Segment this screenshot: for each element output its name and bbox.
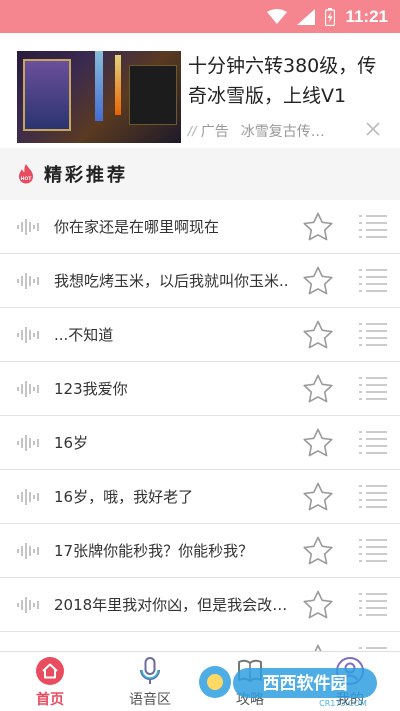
ad-label: 广告 [200,124,229,140]
star-icon[interactable] [302,373,334,405]
star-icon[interactable] [302,481,334,513]
list-item-text[interactable]: 我想吃烤玉米，以后我就叫你玉米.. [54,254,294,308]
ad-banner[interactable]: 十分钟六转380级，传奇冰雪版，上线V1 // 广告 冰雪复古传… [0,33,400,148]
list-item-text[interactable]: 123我爱你 [54,362,294,416]
star-icon[interactable] [302,211,334,243]
voice-list: 你在家还是在哪里啊现在 我想吃烤玉米，以后我就叫你玉米.. ...不知道 123… [0,200,400,686]
audio-wave-icon[interactable] [16,379,40,399]
tab-home[interactable]: 首页 [0,652,100,711]
tab-voice-label[interactable]: 语音区 [129,689,171,709]
list-item-text[interactable]: 16岁，哦，我好老了 [54,470,294,524]
tab-home-label[interactable]: 首页 [36,689,64,709]
list-item[interactable]: 16岁 [0,416,400,470]
audio-wave-icon[interactable] [16,541,40,561]
ad-logo-icon: // [188,124,197,138]
audio-wave-icon[interactable] [16,325,40,345]
watermark-logo: 西西软件园 CR173.COM [199,666,377,708]
list-item-text[interactable]: 16岁 [54,416,294,470]
svg-text:CR173.COM: CR173.COM [319,699,367,708]
audio-wave-icon[interactable] [16,487,40,507]
close-icon[interactable] [366,122,380,136]
list-item-text[interactable]: 你在家还是在哪里啊现在 [54,200,294,254]
status-time: 11:21 [345,6,388,26]
list-item[interactable]: 16岁，哦，我好老了 [0,470,400,524]
signal-icon [297,8,316,25]
list-menu-icon[interactable] [357,267,389,295]
star-icon[interactable] [302,589,334,621]
list-item[interactable]: 我想吃烤玉米，以后我就叫你玉米.. [0,254,400,308]
ad-meta: // 广告 冰雪复古传… [188,121,388,141]
list-item-text[interactable]: ...不知道 [54,308,294,362]
wifi-icon [267,8,288,24]
list-menu-icon[interactable] [357,375,389,403]
microphone-icon[interactable] [135,656,165,686]
list-item[interactable]: 2018年里我对你凶，但是我会改的.. [0,578,400,632]
list-item[interactable]: ...不知道 [0,308,400,362]
star-icon[interactable] [302,535,334,567]
star-icon[interactable] [302,265,334,297]
audio-wave-icon[interactable] [16,433,40,453]
list-menu-icon[interactable] [357,213,389,241]
audio-wave-icon[interactable] [16,595,40,615]
list-menu-icon[interactable] [357,321,389,349]
star-icon[interactable] [302,427,334,459]
list-menu-icon[interactable] [357,591,389,619]
hot-flame-icon: HOT [19,164,33,184]
tab-voice[interactable]: 语音区 [100,652,200,711]
list-item-text[interactable]: 2018年里我对你凶，但是我会改的.. [54,578,294,632]
ad-source: 冰雪复古传… [240,124,325,140]
audio-wave-icon[interactable] [16,271,40,291]
battery-charging-icon [325,7,336,26]
status-bar: 11:21 [0,0,400,33]
list-menu-icon[interactable] [357,537,389,565]
list-menu-icon[interactable] [357,429,389,457]
section-title: 精彩推荐 [44,165,128,186]
ad-title[interactable]: 十分钟六转380级，传奇冰雪版，上线V1 [188,51,388,111]
list-item[interactable]: 17张牌你能秒我？你能秒我？ [0,524,400,578]
star-icon[interactable] [302,319,334,351]
home-icon[interactable] [35,656,65,686]
section-header: HOT 精彩推荐 [0,148,400,200]
svg-text:HOT: HOT [21,176,33,182]
list-item[interactable]: 123我爱你 [0,362,400,416]
list-item-text[interactable]: 17张牌你能秒我？你能秒我？ [54,524,294,578]
list-item[interactable]: 你在家还是在哪里啊现在 [0,200,400,254]
list-menu-icon[interactable] [357,483,389,511]
ad-thumbnail[interactable] [17,51,181,143]
svg-text:西西软件园: 西西软件园 [263,673,348,694]
audio-wave-icon[interactable] [16,217,40,237]
